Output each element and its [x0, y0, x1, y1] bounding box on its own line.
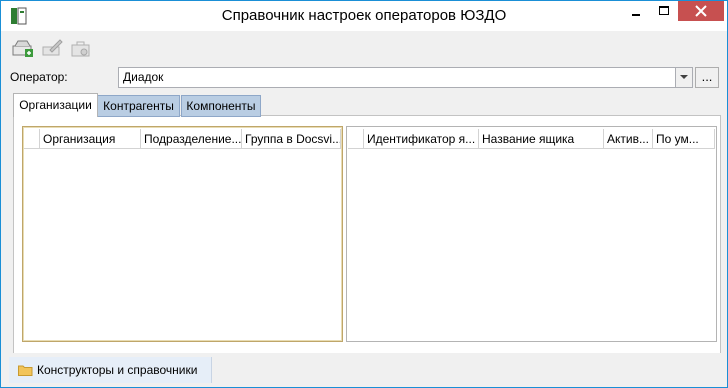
- edit-icon: [42, 39, 63, 56]
- column-header-default[interactable]: По ум...: [653, 129, 715, 149]
- maximize-icon: [659, 6, 669, 15]
- operator-combobox[interactable]: Диадок: [118, 67, 693, 88]
- main-window: Справочник настроек операторов ЮЗДО Опер…: [0, 0, 728, 388]
- chevron-down-icon: [680, 75, 688, 79]
- add-item-button[interactable]: [11, 37, 35, 59]
- organizations-grid[interactable]: Организация Подразделение... Группа в Do…: [22, 126, 343, 342]
- minimize-button[interactable]: [623, 1, 649, 21]
- column-header-docsvision-group[interactable]: Группа в Docsvi...: [242, 129, 341, 149]
- close-button[interactable]: [678, 1, 724, 21]
- operator-browse-button[interactable]: ...: [695, 67, 719, 88]
- folder-icon: [18, 365, 33, 376]
- tab-components[interactable]: Компоненты: [181, 95, 261, 117]
- close-icon: [695, 5, 707, 17]
- tab-organizations[interactable]: Организации: [13, 93, 98, 117]
- add-item-icon: [12, 40, 33, 57]
- title-bar[interactable]: Справочник настроек операторов ЮЗДО: [1, 1, 727, 31]
- column-header-organization[interactable]: Организация: [40, 129, 141, 149]
- mailboxes-grid[interactable]: Идентификатор я... Название ящика Актив.…: [346, 126, 717, 342]
- operator-label: Оператор:: [10, 70, 68, 84]
- minimize-icon: [632, 14, 640, 16]
- operator-value: Диадок: [123, 70, 164, 84]
- tab-counterparties[interactable]: Контрагенты: [97, 95, 180, 117]
- column-header-mailbox-id[interactable]: Идентификатор я...: [364, 129, 479, 149]
- maximize-button[interactable]: [651, 1, 677, 21]
- edit-button[interactable]: [41, 37, 65, 59]
- window-title: Справочник настроек операторов ЮЗДО: [221, 7, 507, 24]
- toolbar: [1, 31, 727, 63]
- nav-item-label: Конструкторы и справочники: [37, 363, 198, 377]
- row-header-corner: [24, 129, 40, 149]
- row-header-corner: [348, 129, 364, 149]
- column-header-department[interactable]: Подразделение...: [141, 129, 242, 149]
- operator-dropdown-button[interactable]: [675, 68, 692, 87]
- delete-icon: [71, 41, 90, 57]
- navigation-bar: Конструкторы и справочники: [1, 353, 727, 387]
- nav-item-designers-and-directories[interactable]: Конструкторы и справочники: [9, 357, 212, 383]
- column-header-mailbox-name[interactable]: Название ящика: [479, 129, 604, 149]
- delete-button[interactable]: [69, 37, 93, 59]
- column-header-active[interactable]: Актив...: [604, 129, 653, 149]
